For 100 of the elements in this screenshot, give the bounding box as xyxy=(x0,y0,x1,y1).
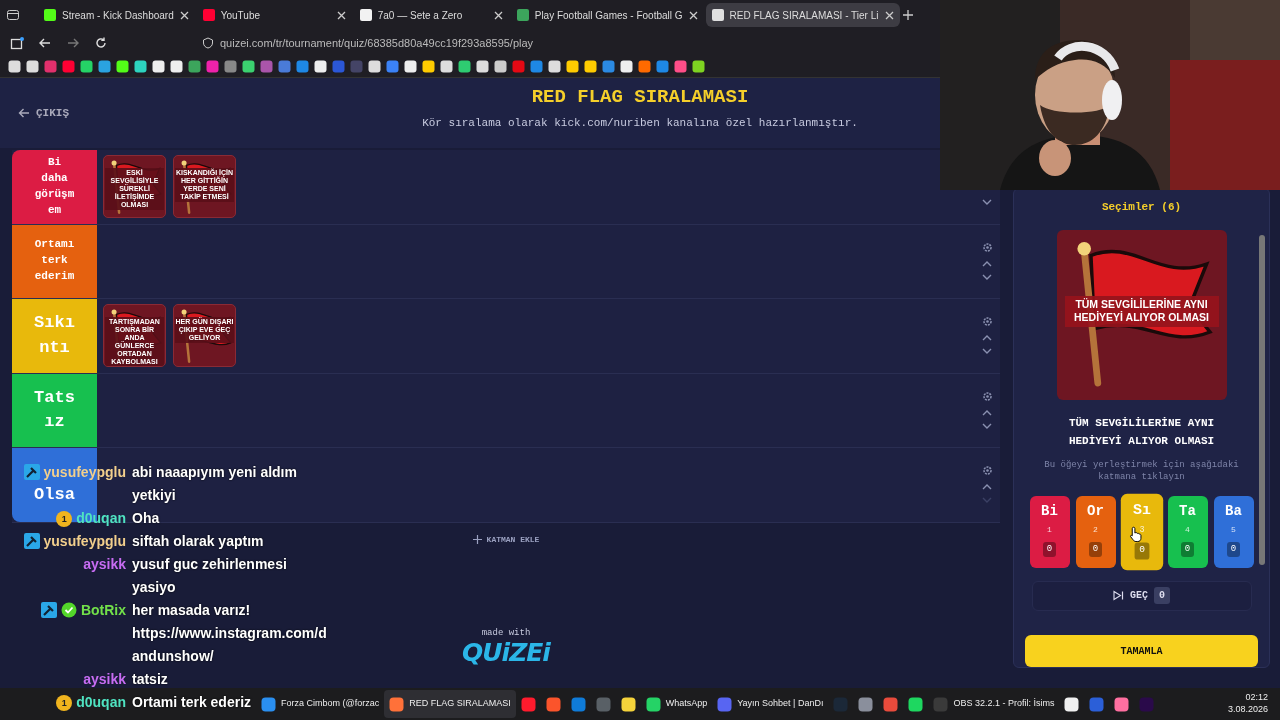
page-subtitle: Kör sıralama olarak kick.com/nuriben kanalına özel hazırlanmıştır. xyxy=(422,115,858,131)
settings-icon[interactable] xyxy=(981,316,993,328)
app-icon xyxy=(620,696,636,712)
taskbar-app[interactable]: WhatsApp xyxy=(640,690,713,718)
close-icon[interactable] xyxy=(493,10,503,20)
tier-button[interactable]: Or 2 0 xyxy=(1075,495,1116,568)
favicon-icon xyxy=(202,9,215,21)
tier-label: Bi daha görüşmem xyxy=(12,150,97,224)
tier-button[interactable]: Bi 1 0 xyxy=(1029,495,1070,568)
browser-tab[interactable]: YouTube xyxy=(196,3,352,27)
new-tab-icon[interactable] xyxy=(901,9,914,21)
forward-icon[interactable] xyxy=(66,36,80,50)
bookmark-icon[interactable] xyxy=(692,60,705,73)
shield-icon xyxy=(202,37,214,49)
bookmark-icon[interactable] xyxy=(80,60,93,73)
sidebar-icon[interactable] xyxy=(10,36,24,50)
hint-text: Bu öğeyi yerleştirmek için aşağıdaki katmana tıklayın xyxy=(1043,458,1240,484)
chat-message: abi naaapıyım yeni aldım yetkiyi xyxy=(132,463,298,505)
tab-list-icon[interactable] xyxy=(6,8,20,22)
verified-badge-icon xyxy=(60,602,77,618)
bookmark-icon[interactable] xyxy=(98,60,111,73)
app-icon xyxy=(883,696,899,712)
browser-tab[interactable]: RED FLAG SIRALAMASI - Tier Li xyxy=(705,3,900,27)
exit-link[interactable]: ÇIKIŞ xyxy=(18,104,69,122)
favicon-icon xyxy=(359,9,372,21)
bookmark-icon[interactable] xyxy=(620,60,633,73)
chat-username[interactable]: aysikk xyxy=(83,553,126,576)
item-caption: TÜM SEVGİLİLERİNE AYNI HEDİYEYİ ALIYOR OLMASI xyxy=(1067,415,1216,449)
chat-username[interactable]: aysikk xyxy=(83,668,126,691)
chat-username[interactable]: yusufeypglu xyxy=(43,530,126,553)
chat-username[interactable]: BotRix xyxy=(80,599,126,622)
chevron-up-icon[interactable] xyxy=(982,259,992,267)
browser-tab[interactable]: 7a0 — Sete a Zero xyxy=(353,3,509,27)
bookmark-icon[interactable] xyxy=(566,60,579,73)
skip-count: 0 xyxy=(1154,587,1170,605)
skip-button[interactable]: GEÇ 0 xyxy=(1031,580,1252,611)
brand-logo[interactable]: QUiZEi xyxy=(462,640,550,665)
bookmark-icon[interactable] xyxy=(152,60,165,73)
chat-username[interactable]: d0uqan xyxy=(76,691,126,714)
close-icon[interactable] xyxy=(336,10,346,20)
bookmark-icon[interactable] xyxy=(404,60,417,73)
bookmark-icon[interactable] xyxy=(116,60,129,73)
favicon-icon xyxy=(44,9,56,21)
taskbar-app[interactable]: RED FLAG SIRALAMASI xyxy=(384,690,516,718)
bookmark-icon[interactable] xyxy=(314,60,327,73)
hand-cursor-icon xyxy=(1128,525,1144,543)
chevron-down-icon[interactable] xyxy=(982,348,992,356)
bookmark-icon[interactable] xyxy=(134,60,147,73)
plus-icon xyxy=(472,535,482,544)
taskbar-app[interactable]: OBS 32.2.1 - Profil: İsims xyxy=(928,690,1060,718)
browser-tab[interactable]: Stream - Kick Dashboard xyxy=(38,3,195,27)
scrollbar[interactable] xyxy=(1259,235,1265,565)
browser-tab[interactable]: Play Football Games - Football G xyxy=(510,3,704,27)
bookmark-icon[interactable] xyxy=(422,60,435,73)
bookmark-icon[interactable] xyxy=(170,60,183,73)
tier-button[interactable]: Ba 5 0 xyxy=(1213,495,1254,568)
app-icon xyxy=(1089,696,1105,712)
close-icon[interactable] xyxy=(179,10,189,20)
clock-date: 3.08.2026 xyxy=(1227,704,1268,716)
back-icon[interactable] xyxy=(38,36,52,50)
bookmark-icon[interactable] xyxy=(26,60,39,73)
chevron-up-icon[interactable] xyxy=(982,483,992,491)
back-arrow-icon xyxy=(18,107,30,119)
close-icon[interactable] xyxy=(688,10,698,20)
tier-label: Tatsız xyxy=(12,373,97,447)
chevron-down-icon[interactable] xyxy=(982,199,992,207)
bookmark-icon[interactable] xyxy=(8,60,21,73)
taskbar-app[interactable]: Yayın Sohbet | DanDı xyxy=(712,690,829,718)
settings-icon[interactable] xyxy=(981,465,993,477)
bookmark-icon[interactable] xyxy=(242,60,255,73)
app-icon xyxy=(1114,696,1130,712)
bookmark-icon[interactable] xyxy=(476,60,489,73)
app-icon xyxy=(389,696,405,712)
tier-label: Sıkıntı xyxy=(12,299,97,373)
close-icon[interactable] xyxy=(884,10,894,20)
tier-button[interactable]: Sı 3 0 xyxy=(1120,493,1163,571)
settings-icon[interactable] xyxy=(981,241,993,253)
chat-message: tatsiz xyxy=(132,670,168,689)
bookmark-icon[interactable] xyxy=(638,60,651,73)
chevron-up-icon[interactable] xyxy=(982,408,992,416)
chevron-down-icon[interactable] xyxy=(982,273,992,281)
bookmark-icon[interactable] xyxy=(548,60,561,73)
chevron-down-icon[interactable] xyxy=(982,422,992,430)
app-icon xyxy=(595,696,611,712)
bookmark-icon[interactable] xyxy=(584,60,597,73)
bookmark-icon[interactable] xyxy=(440,60,453,73)
bookmark-icon[interactable] xyxy=(494,60,507,73)
favicon-icon xyxy=(516,9,529,21)
bookmark-icon[interactable] xyxy=(368,60,381,73)
complete-button[interactable]: TAMAMLA xyxy=(1025,635,1258,667)
app-icon xyxy=(833,696,849,712)
settings-icon[interactable] xyxy=(981,390,993,402)
bookmark-icon[interactable] xyxy=(458,60,471,73)
add-tier-button[interactable]: KATMAN EKLE xyxy=(466,532,546,547)
app-icon xyxy=(1064,696,1080,712)
tier-button[interactable]: Ta 4 0 xyxy=(1167,495,1208,568)
taskbar-app[interactable]: Forza Cimbom (@forzac xyxy=(256,690,385,718)
chevron-up-icon[interactable] xyxy=(982,334,992,342)
url-field[interactable]: quizei.com/tr/tournament/quiz/68385d80a49cc19f293a8595/play xyxy=(220,34,534,52)
reload-icon[interactable] xyxy=(94,36,108,50)
